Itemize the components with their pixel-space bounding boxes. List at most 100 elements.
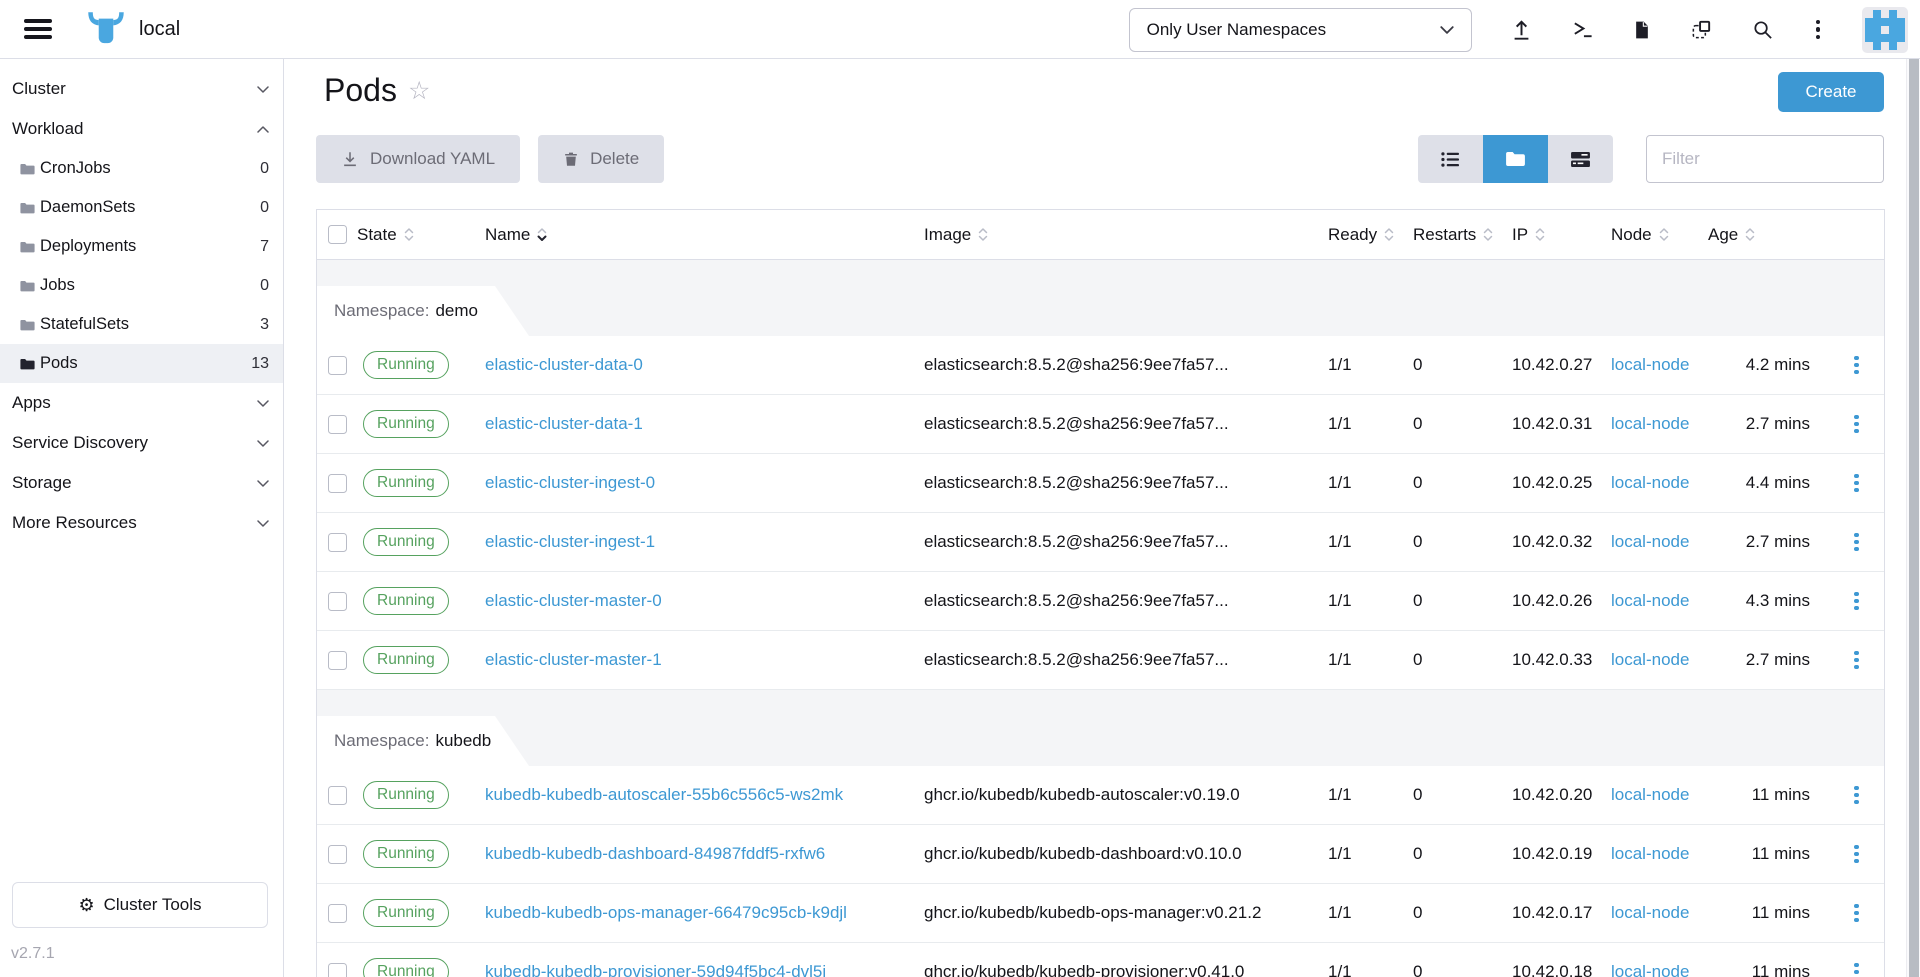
pod-name-link[interactable]: elastic-cluster-ingest-1 bbox=[485, 532, 655, 551]
pod-ip: 10.42.0.20 bbox=[1512, 785, 1611, 805]
sidebar-item-statefulsets[interactable]: StatefulSets 3 bbox=[0, 305, 283, 344]
pod-name-link[interactable]: kubedb-kubedb-ops-manager-66479c95cb-k9d… bbox=[485, 903, 847, 922]
create-button[interactable]: Create bbox=[1778, 72, 1884, 112]
row-actions-kebab[interactable] bbox=[1848, 783, 1864, 807]
row-checkbox[interactable] bbox=[328, 845, 347, 864]
pod-age: 11 mins bbox=[1708, 785, 1829, 805]
pod-image: elasticsearch:8.5.2@sha256:9ee7fa57... bbox=[924, 414, 1328, 434]
column-header-node[interactable]: Node bbox=[1611, 225, 1708, 245]
row-checkbox[interactable] bbox=[328, 592, 347, 611]
sidebar-item-workload[interactable]: Workload bbox=[0, 109, 283, 149]
sidebar-item-jobs[interactable]: Jobs 0 bbox=[0, 266, 283, 305]
row-actions-kebab[interactable] bbox=[1848, 901, 1864, 925]
column-header-restarts[interactable]: Restarts bbox=[1413, 225, 1512, 245]
vertical-scrollbar[interactable] bbox=[1906, 59, 1920, 977]
sidebar-item-more-resources[interactable]: More Resources bbox=[0, 503, 283, 543]
row-actions-kebab[interactable] bbox=[1848, 842, 1864, 866]
column-header-image[interactable]: Image bbox=[924, 225, 1328, 245]
sidebar-item-daemonsets[interactable]: DaemonSets 0 bbox=[0, 188, 283, 227]
table-row: Running elastic-cluster-data-1 elasticse… bbox=[317, 395, 1884, 454]
sort-icon bbox=[404, 227, 414, 242]
user-avatar[interactable] bbox=[1862, 7, 1908, 53]
namespace-filter-select[interactable]: Only User Namespaces bbox=[1129, 8, 1472, 52]
node-link[interactable]: local-node bbox=[1611, 650, 1689, 669]
menu-icon[interactable] bbox=[24, 19, 52, 39]
row-checkbox[interactable] bbox=[328, 786, 347, 805]
pod-name-link[interactable]: kubedb-kubedb-provisioner-59d94f5bc4-dvl… bbox=[485, 962, 826, 977]
node-link[interactable]: local-node bbox=[1611, 785, 1689, 804]
pod-name-link[interactable]: kubedb-kubedb-dashboard-84987fddf5-rxfw6 bbox=[485, 844, 825, 863]
node-link[interactable]: local-node bbox=[1611, 844, 1689, 863]
table-row: Running elastic-cluster-ingest-0 elastic… bbox=[317, 454, 1884, 513]
filter-input[interactable] bbox=[1646, 135, 1884, 183]
row-checkbox[interactable] bbox=[328, 963, 347, 977]
row-actions-kebab[interactable] bbox=[1848, 589, 1864, 613]
row-checkbox[interactable] bbox=[328, 533, 347, 552]
node-link[interactable]: local-node bbox=[1611, 962, 1689, 977]
sidebar-item-apps[interactable]: Apps bbox=[0, 383, 283, 423]
pod-image: elasticsearch:8.5.2@sha256:9ee7fa57... bbox=[924, 532, 1328, 552]
row-checkbox[interactable] bbox=[328, 904, 347, 923]
group-by-namespace-toggle[interactable] bbox=[1483, 135, 1548, 183]
copy-kubeconfig-icon[interactable] bbox=[1690, 18, 1713, 41]
cluster-tools-button[interactable]: ⚙ Cluster Tools bbox=[12, 882, 268, 928]
row-actions-kebab[interactable] bbox=[1848, 353, 1864, 377]
pod-name-link[interactable]: elastic-cluster-data-1 bbox=[485, 414, 643, 433]
row-actions-kebab[interactable] bbox=[1848, 960, 1864, 977]
row-checkbox[interactable] bbox=[328, 415, 347, 434]
pod-name-link[interactable]: elastic-cluster-master-0 bbox=[485, 591, 662, 610]
column-header-ip[interactable]: IP bbox=[1512, 225, 1611, 245]
pod-image: ghcr.io/kubedb/kubedb-provisioner:v0.41.… bbox=[924, 962, 1328, 977]
sidebar-subitem-count: 7 bbox=[260, 238, 269, 256]
list-view-toggle[interactable] bbox=[1418, 135, 1483, 183]
pod-name-link[interactable]: elastic-cluster-data-0 bbox=[485, 355, 643, 374]
status-badge: Running bbox=[363, 646, 449, 675]
search-icon[interactable] bbox=[1751, 18, 1774, 41]
kubeconfig-file-icon[interactable] bbox=[1632, 19, 1652, 41]
rows-icon bbox=[1570, 151, 1591, 168]
node-link[interactable]: local-node bbox=[1611, 532, 1689, 551]
column-header-age[interactable]: Age bbox=[1708, 225, 1829, 245]
row-actions-kebab[interactable] bbox=[1848, 648, 1864, 672]
kubectl-shell-icon[interactable] bbox=[1571, 18, 1594, 41]
node-link[interactable]: local-node bbox=[1611, 591, 1689, 610]
config-view-toggle[interactable] bbox=[1548, 135, 1613, 183]
node-link[interactable]: local-node bbox=[1611, 473, 1689, 492]
node-link[interactable]: local-node bbox=[1611, 355, 1689, 374]
overflow-menu-icon[interactable] bbox=[1812, 18, 1824, 41]
row-actions-kebab[interactable] bbox=[1848, 471, 1864, 495]
rancher-logo[interactable] bbox=[86, 12, 126, 47]
pod-image: ghcr.io/kubedb/kubedb-autoscaler:v0.19.0 bbox=[924, 785, 1328, 805]
select-all-checkbox[interactable] bbox=[328, 225, 347, 244]
row-checkbox[interactable] bbox=[328, 356, 347, 375]
sidebar-item-deployments[interactable]: Deployments 7 bbox=[0, 227, 283, 266]
row-actions-kebab[interactable] bbox=[1848, 530, 1864, 554]
row-actions-kebab[interactable] bbox=[1848, 412, 1864, 436]
pod-name-link[interactable]: elastic-cluster-ingest-0 bbox=[485, 473, 655, 492]
column-header-ready[interactable]: Ready bbox=[1328, 225, 1413, 245]
trash-icon bbox=[563, 151, 579, 167]
row-checkbox[interactable] bbox=[328, 651, 347, 670]
column-header-state[interactable]: State bbox=[357, 225, 485, 245]
sidebar-item-storage[interactable]: Storage bbox=[0, 463, 283, 503]
favorite-star-icon[interactable]: ☆ bbox=[408, 76, 430, 106]
scrollbar-thumb[interactable] bbox=[1909, 59, 1919, 977]
node-link[interactable]: local-node bbox=[1611, 414, 1689, 433]
namespace-group-tab: Namespace: demo bbox=[317, 286, 559, 336]
delete-button[interactable]: Delete bbox=[538, 135, 664, 183]
column-header-name[interactable]: Name bbox=[485, 225, 924, 245]
node-link[interactable]: local-node bbox=[1611, 903, 1689, 922]
sidebar-item-cluster[interactable]: Cluster bbox=[0, 69, 283, 109]
sidebar-subitem-count: 3 bbox=[260, 316, 269, 334]
import-yaml-icon[interactable] bbox=[1510, 18, 1533, 41]
pod-age: 2.7 mins bbox=[1708, 414, 1829, 434]
sidebar-item-service-discovery[interactable]: Service Discovery bbox=[0, 423, 283, 463]
page-title: Pods bbox=[324, 72, 397, 109]
pod-name-link[interactable]: kubedb-kubedb-autoscaler-55b6c556c5-ws2m… bbox=[485, 785, 843, 804]
pod-name-link[interactable]: elastic-cluster-master-1 bbox=[485, 650, 662, 669]
sidebar-item-cronjobs[interactable]: CronJobs 0 bbox=[0, 149, 283, 188]
row-checkbox[interactable] bbox=[328, 474, 347, 493]
download-yaml-button[interactable]: Download YAML bbox=[316, 135, 520, 183]
sidebar-item-pods[interactable]: Pods 13 bbox=[0, 344, 283, 383]
status-badge: Running bbox=[363, 840, 449, 869]
